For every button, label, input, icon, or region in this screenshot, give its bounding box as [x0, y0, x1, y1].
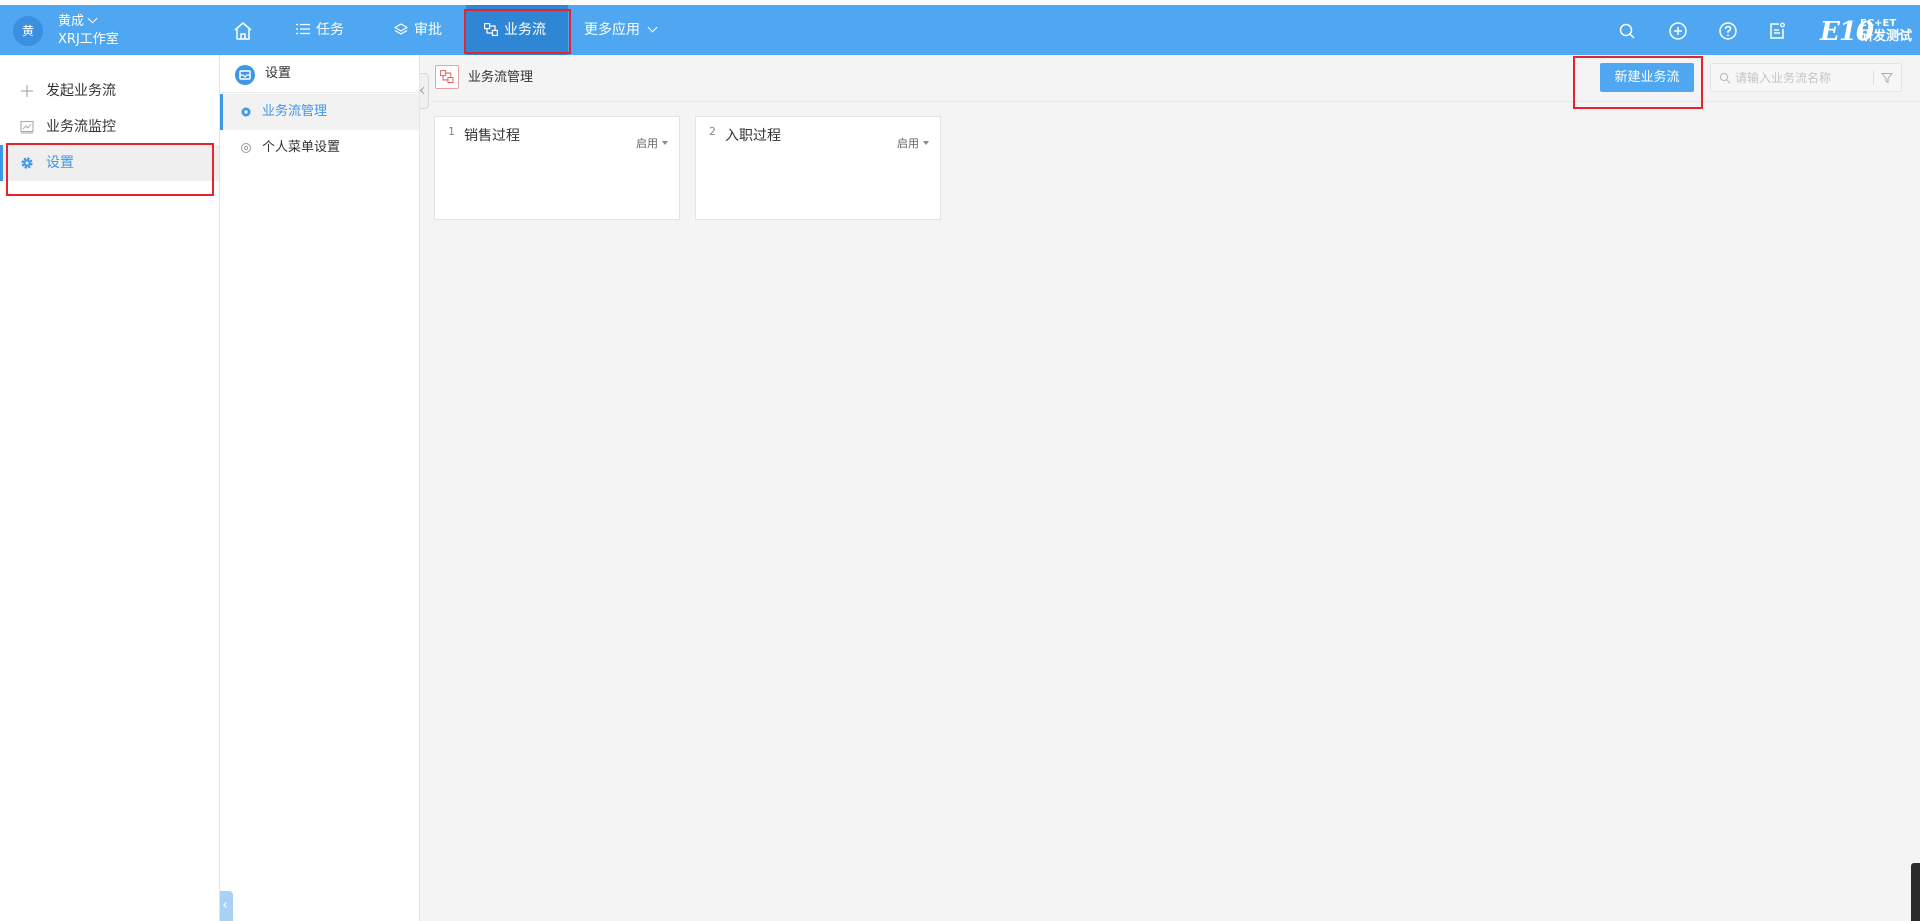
nav-tasks[interactable]: 任务: [296, 5, 344, 55]
nav-workflow[interactable]: 业务流: [466, 5, 568, 55]
submenu-collapse-toggle[interactable]: [419, 73, 429, 109]
settings-circle-icon: [235, 65, 255, 85]
avatar[interactable]: 黄: [13, 16, 43, 46]
chevron-left-icon: [223, 902, 229, 908]
chevron-down-icon: [647, 22, 658, 33]
layers-icon: [394, 23, 408, 35]
sidebar-item-label: 业务流监控: [46, 119, 116, 135]
nav-more-apps-label: 更多应用: [584, 22, 640, 38]
caret-down-icon: [662, 141, 668, 145]
nav-tasks-label: 任务: [316, 22, 344, 38]
add-circle-icon[interactable]: [1667, 20, 1689, 42]
notes-icon[interactable]: [1766, 20, 1788, 42]
sidebar-item-workflow-monitor[interactable]: 业务流监控: [0, 109, 219, 145]
submenu-item-label: 个人菜单设置: [262, 140, 341, 155]
page-title: 业务流管理: [468, 70, 534, 85]
home-icon[interactable]: [232, 20, 254, 42]
monitor-icon: [20, 120, 34, 134]
workflow-icon: [435, 65, 459, 89]
org-name: XRJ工作室: [58, 32, 119, 47]
workflow-card[interactable]: 1 销售过程 启用: [434, 116, 680, 220]
card-status-label: 启用: [897, 137, 919, 150]
user-switcher[interactable]: 黄成: [58, 13, 98, 30]
nav-approval-label: 审批: [414, 22, 442, 38]
sidebar-item-label: 发起业务流: [46, 83, 116, 99]
sidebar-item-label: 设置: [46, 155, 74, 171]
help-icon[interactable]: [1717, 20, 1739, 42]
submenu-title: 设置: [265, 66, 292, 81]
workflow-search: [1710, 63, 1902, 92]
chevron-left-icon: [419, 86, 428, 95]
gear-icon: [21, 157, 33, 169]
sidebar-item-settings[interactable]: 设置: [0, 145, 219, 181]
card-number: 2: [709, 125, 716, 138]
main-toolbar: 业务流管理: [432, 55, 1920, 102]
caret-down-icon: [923, 141, 929, 145]
sidebar-item-start-workflow[interactable]: 发起业务流: [0, 73, 219, 109]
search-icon: [1719, 72, 1731, 84]
sidebar-collapse-toggle[interactable]: [220, 891, 233, 921]
card-status-dropdown[interactable]: 启用: [897, 135, 929, 151]
card-status-dropdown[interactable]: 启用: [636, 135, 668, 151]
left-sidebar: 发起业务流 业务流监控 设置: [0, 55, 220, 921]
logo-sup: EC+ET: [1860, 18, 1897, 29]
card-title: 入职过程: [725, 128, 781, 144]
list-icon: [296, 23, 310, 35]
workflow-card[interactable]: 2 入职过程 启用: [695, 116, 941, 220]
submenu-header: 设置: [220, 55, 419, 93]
card-status-label: 启用: [636, 137, 658, 150]
card-title: 销售过程: [464, 128, 520, 144]
search-icon[interactable]: [1616, 20, 1638, 42]
logo-sub: 研发测试: [1860, 29, 1913, 44]
nav-workflow-label: 业务流: [504, 22, 546, 38]
plus-icon: [21, 85, 33, 97]
user-name: 黄成: [58, 14, 85, 29]
workflow-icon: [484, 22, 498, 36]
submenu-item-label: 业务流管理: [262, 104, 328, 119]
card-number: 1: [448, 125, 455, 138]
new-workflow-button[interactable]: 新建业务流: [1600, 63, 1694, 92]
nav-approval[interactable]: 审批: [394, 5, 442, 55]
filter-icon[interactable]: [1881, 72, 1893, 84]
floating-widget-handle[interactable]: [1911, 863, 1920, 921]
nav-more-apps[interactable]: 更多应用: [584, 5, 658, 55]
divider: [1873, 71, 1874, 85]
submenu-item-workflow-management[interactable]: 业务流管理: [220, 94, 419, 130]
submenu-item-personal-menu[interactable]: 个人菜单设置: [220, 130, 419, 166]
settings-submenu: 设置 业务流管理 个人菜单设置: [220, 55, 420, 921]
chevron-down-icon: [87, 13, 98, 24]
search-input[interactable]: [1735, 64, 1871, 91]
gear-outline-icon: [241, 143, 251, 153]
gear-icon: [241, 107, 251, 117]
top-header: 黄 黄成 XRJ工作室 任务 审批 业务流 更多应用 E10 EC+ET 研发测…: [0, 5, 1920, 55]
